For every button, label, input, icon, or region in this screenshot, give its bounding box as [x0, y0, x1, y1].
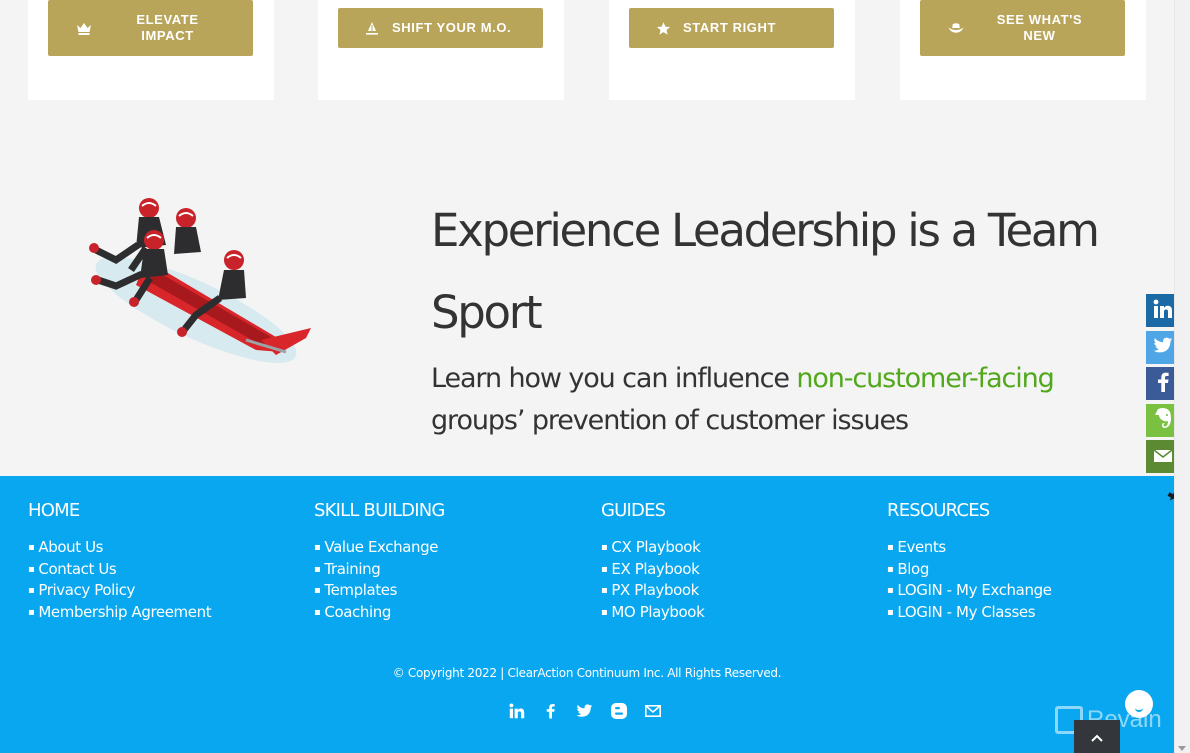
footer-link-px-playbook[interactable]: ▪ PX Playbook: [601, 580, 704, 602]
footer-link-coaching[interactable]: ▪ Coaching: [314, 602, 445, 624]
email-icon[interactable]: [644, 702, 661, 719]
linkedin-icon[interactable]: [508, 702, 525, 719]
footer-heading[interactable]: SKILL BUILDING: [314, 500, 445, 522]
footer-link-events[interactable]: ▪ Events: [887, 537, 1052, 559]
footer-column-skill-building: SKILL BUILDING ▪ Value Exchange ▪ Training…: [314, 500, 445, 624]
evernote-icon: [1154, 407, 1172, 433]
footer: HOME ▪ About Us ▪ Contact Us ▪ Privacy Poli…: [0, 476, 1174, 753]
see-whats-new-label: SEE WHAT'S NEW: [996, 12, 1083, 43]
footer-social-links: [508, 702, 661, 719]
footer-link-login-my-exchange[interactable]: ▪ LOGIN - My Exchange: [887, 580, 1052, 602]
footer-link-contact-us[interactable]: ▪ Contact Us: [28, 559, 211, 581]
footer-column-resources: RESOURCES ▪ Events ▪ Blog ▪ LOGIN - My Exch…: [887, 500, 1052, 624]
hero-subtitle-highlight: non-customer-facing: [796, 363, 1055, 394]
footer-link-about-us[interactable]: ▪ About Us: [28, 537, 211, 559]
footer-heading[interactable]: RESOURCES: [887, 500, 1052, 522]
bobsled-team-illustration: [76, 190, 316, 370]
start-right-button[interactable]: START RIGHT: [629, 8, 834, 48]
facebook-icon[interactable]: [542, 702, 559, 719]
star-icon: [655, 20, 671, 36]
footer-heading[interactable]: HOME: [28, 500, 211, 522]
footer-link-training[interactable]: ▪ Training: [314, 559, 445, 581]
chevron-up-icon: [1091, 727, 1103, 746]
footer-link-privacy-policy[interactable]: ▪ Privacy Policy: [28, 580, 211, 602]
footer-heading[interactable]: GUIDES: [601, 500, 704, 522]
elevate-impact-label: ELEVATE IMPACT: [136, 12, 199, 43]
shift-your-mo-button[interactable]: SHIFT YOUR M.O.: [338, 8, 543, 48]
footer-link-mo-playbook[interactable]: ▪ MO Playbook: [601, 602, 705, 624]
footer-link-ex-playbook[interactable]: ▪ EX Playbook: [601, 559, 704, 581]
footer-link-blog[interactable]: ▪ Blog: [887, 559, 1052, 581]
hero-title: Experience Leadership is a Team Sport: [431, 204, 1100, 339]
cowboy-hat-icon: [948, 20, 964, 36]
footer-column-guides: GUIDES ▪ CX Playbook ▪ EX Playbook ▪ PX Pla…: [601, 500, 705, 624]
facebook-icon: [1157, 372, 1169, 396]
footer-link-membership-agreement[interactable]: ▪ Membership Agreement: [28, 602, 212, 624]
page-scrollbar[interactable]: [1174, 0, 1190, 753]
start-right-label: START RIGHT: [683, 20, 777, 35]
footer-link-login-my-classes[interactable]: ▪ LOGIN - My Classes: [887, 602, 1052, 624]
sailboat-icon: [364, 20, 380, 36]
email-icon: [1153, 447, 1172, 466]
twitter-icon: [1152, 337, 1173, 358]
footer-link-templates[interactable]: ▪ Templates: [314, 580, 445, 602]
back-to-top-button[interactable]: [1074, 720, 1120, 753]
card-shift-your-mo: SHIFT YOUR M.O.: [318, 0, 564, 100]
blogger-icon[interactable]: [610, 702, 627, 719]
footer-column-home: HOME ▪ About Us ▪ Contact Us ▪ Privacy Poli…: [28, 500, 212, 624]
card-start-right: START RIGHT: [609, 0, 855, 100]
twitter-icon[interactable]: [576, 702, 593, 719]
linkedin-icon: [1153, 299, 1173, 323]
footer-link-value-exchange[interactable]: ▪ Value Exchange: [314, 537, 445, 559]
chat-widget-button[interactable]: [1125, 690, 1153, 718]
card-see-whats-new: SEE WHAT'S NEW: [900, 0, 1146, 100]
hero-subtitle: Learn how you can influence non-customer…: [431, 363, 1055, 436]
card-elevate-impact: ELEVATE IMPACT: [28, 0, 274, 100]
elevate-impact-button[interactable]: ELEVATE IMPACT: [48, 0, 253, 56]
copyright-text: © Copyright 2022 | ClearAction Continuum…: [392, 666, 782, 680]
footer-link-cx-playbook[interactable]: ▪ CX Playbook: [601, 537, 704, 559]
see-whats-new-button[interactable]: SEE WHAT'S NEW: [920, 0, 1125, 56]
scroll-down-arrow-icon[interactable]: [1178, 746, 1186, 751]
shift-your-mo-label: SHIFT YOUR M.O.: [392, 20, 512, 35]
crown-icon: [76, 20, 92, 36]
